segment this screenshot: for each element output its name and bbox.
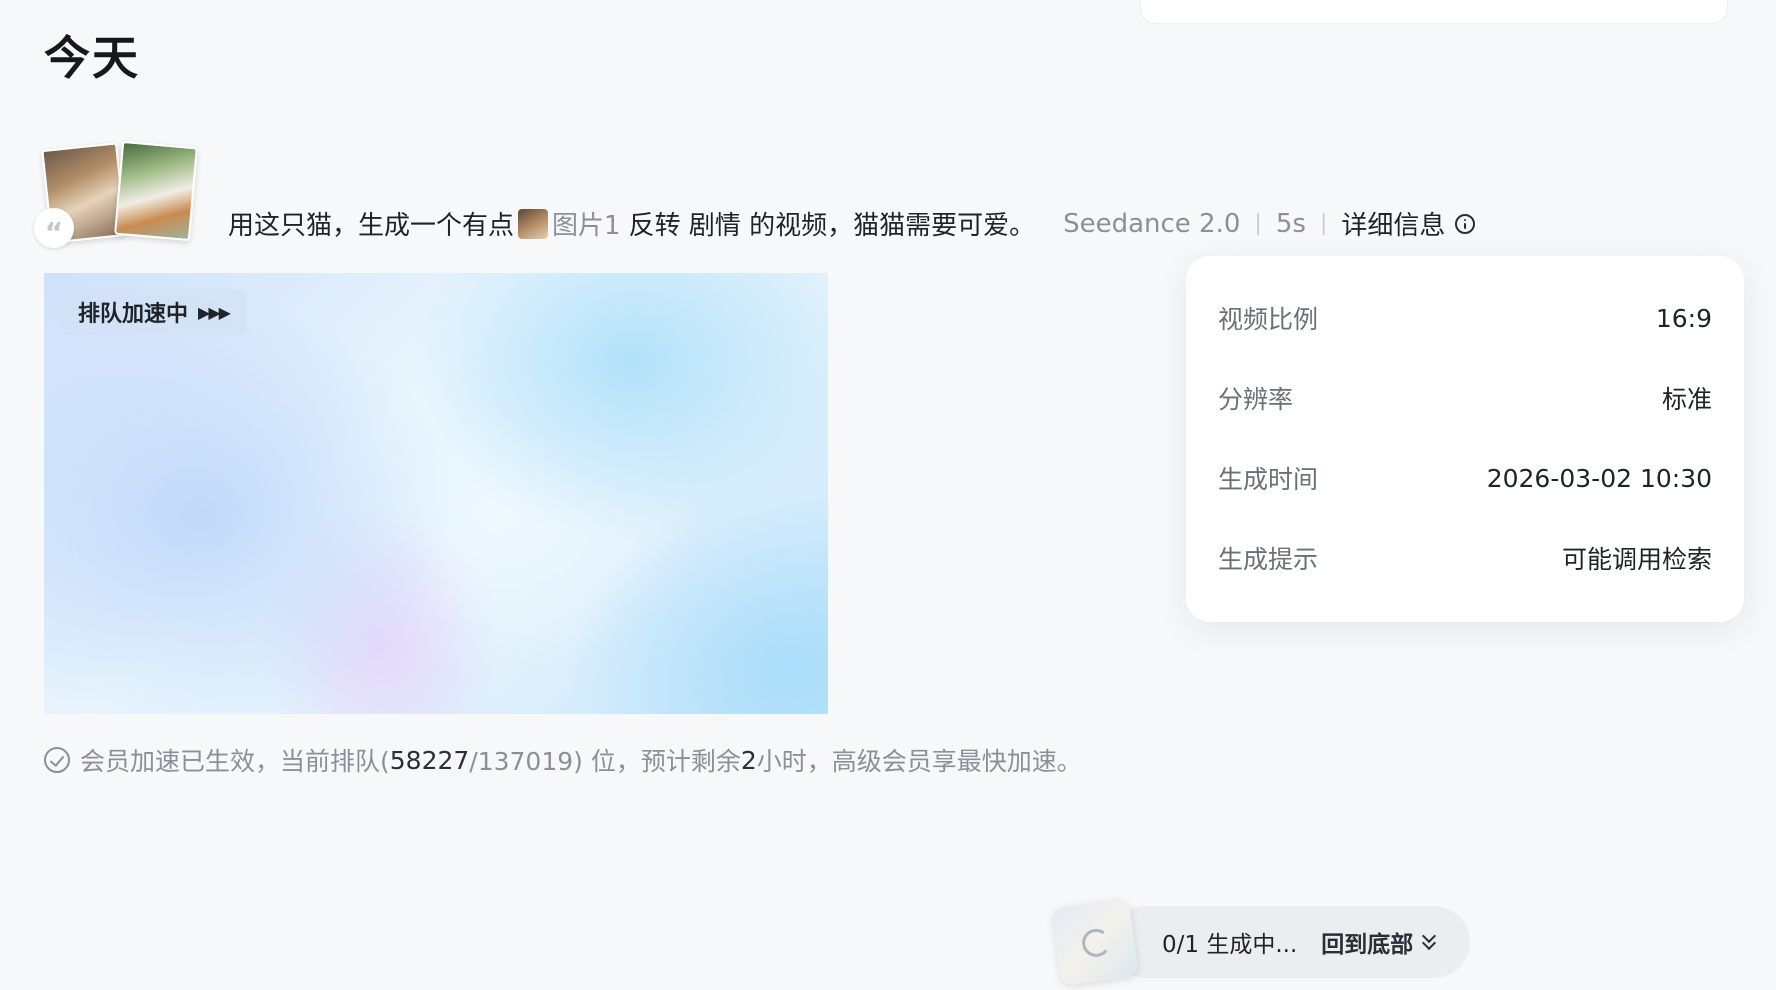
reference-thumb-icon — [518, 208, 549, 239]
detail-value: 标准 — [1661, 385, 1712, 414]
detail-label: 生成时间 — [1218, 465, 1319, 494]
detail-row-resolution: 分辨率 标准 — [1218, 378, 1712, 418]
reference-label[interactable]: 图片1 — [552, 205, 621, 242]
status-suffix: 小时，高级会员享最快加速。 — [756, 747, 1082, 776]
double-chevron-down-icon — [1421, 933, 1437, 951]
queue-position: 58227 — [389, 745, 470, 775]
queue-status-badge: 排队加速中 ▶▶▶ — [60, 289, 247, 335]
generation-thumbnail[interactable] — [1050, 897, 1140, 987]
check-circle-icon — [44, 747, 70, 773]
remaining-hours: 2 — [740, 745, 757, 775]
detail-label: 生成提示 — [1218, 545, 1319, 574]
duration-value: 5s — [1275, 208, 1306, 239]
detail-row-generation-hint: 生成提示 可能调用检索 — [1218, 538, 1712, 578]
triple-arrow-icon: ▶▶▶ — [198, 302, 231, 322]
prompt-text-after: 反转 剧情 的视频，猫猫需要可爱。 — [628, 211, 1036, 241]
day-heading: 今天 — [44, 31, 140, 85]
details-popover: 视频比例 16:9 分辨率 标准 生成时间 2026-03-02 10:30 生… — [1186, 256, 1744, 622]
detail-value: 2026-03-02 10:30 — [1486, 463, 1712, 493]
reference-image-cat-2[interactable] — [114, 140, 198, 242]
back-to-bottom-button[interactable]: 回到底部 — [1321, 925, 1437, 959]
quote-icon[interactable]: “ — [34, 208, 74, 249]
info-icon — [1455, 213, 1476, 234]
detail-label: 分辨率 — [1218, 385, 1294, 414]
status-prefix: 会员加速已生效，当前排队( — [80, 747, 390, 776]
details-link-label: 详细信息 — [1341, 211, 1446, 241]
detail-row-generated-at: 生成时间 2026-03-02 10:30 — [1218, 458, 1712, 498]
video-placeholder[interactable]: 排队加速中 ▶▶▶ — [44, 273, 828, 714]
detail-value: 16:9 — [1655, 303, 1712, 333]
prompt-text-before: 用这只猫，生成一个有点 — [228, 211, 515, 241]
meta-divider: | — [1319, 211, 1328, 236]
meta-divider: | — [1254, 211, 1262, 236]
detail-value: 可能调用检索 — [1561, 545, 1712, 574]
queue-status-label: 排队加速中 — [78, 302, 189, 327]
generation-progress: 0/1 生成中... — [1162, 932, 1298, 958]
loading-icon — [1080, 927, 1112, 959]
prompt-line: 用这只猫，生成一个有点 图片1 反转 剧情 的视频，猫猫需要可爱。 Seedan… — [228, 205, 1476, 242]
generation-progress-bar: 0/1 生成中... 回到底部 — [1110, 906, 1470, 978]
top-card — [1140, 0, 1728, 24]
detail-row-aspect-ratio: 视频比例 16:9 — [1218, 298, 1712, 338]
details-link[interactable]: 详细信息 — [1341, 205, 1476, 242]
queue-status-message: 会员加速已生效，当前排队( 58227 /137019) 位，预计剩余 2 小时… — [44, 742, 1082, 778]
queue-total: /137019) 位，预计剩余 — [469, 747, 741, 776]
back-to-bottom-label: 回到底部 — [1321, 932, 1414, 958]
model-name: Seedance 2.0 — [1063, 208, 1241, 239]
detail-label: 视频比例 — [1218, 305, 1319, 334]
